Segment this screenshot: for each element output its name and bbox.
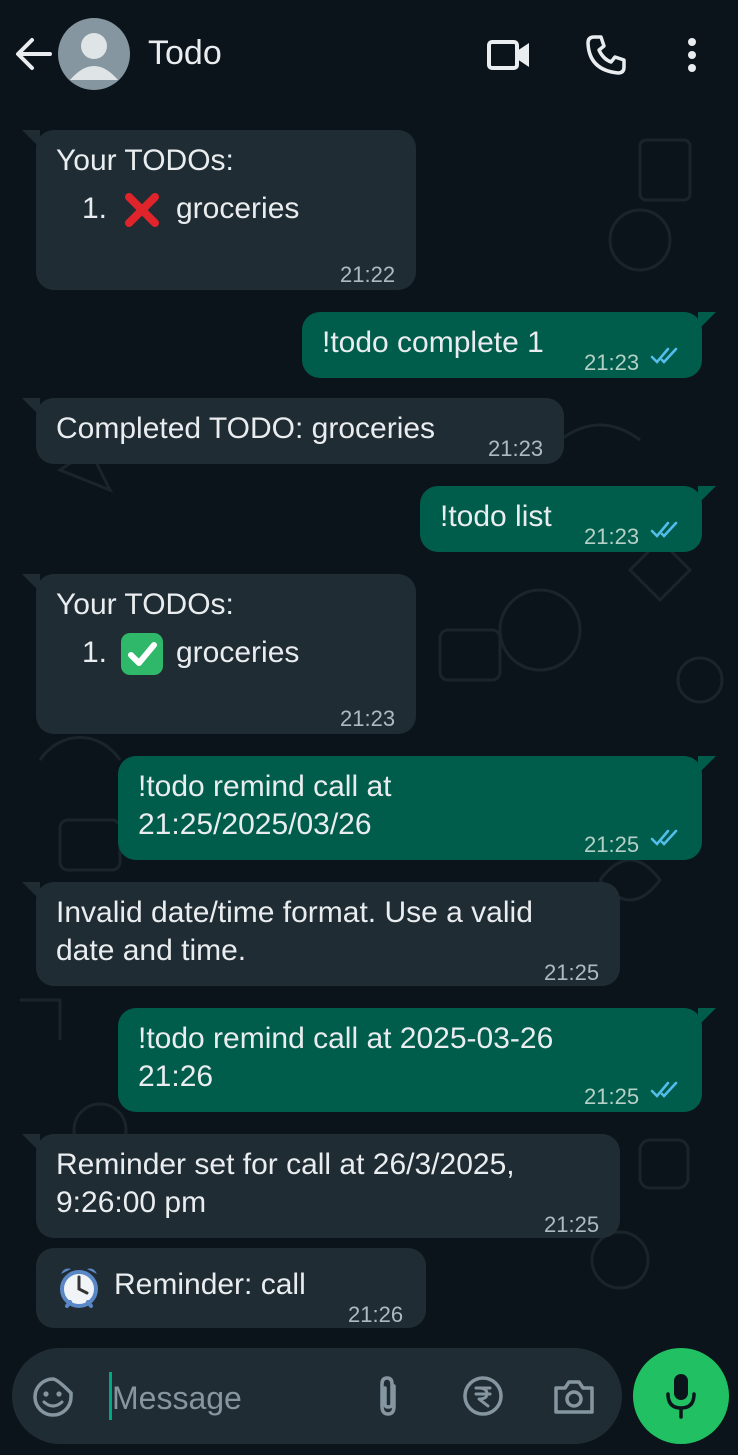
message-time: 21:25: [584, 1084, 640, 1109]
outgoing-message[interactable]: !todo complete 1 21:23: [302, 312, 716, 378]
list-number: 1.: [82, 192, 108, 225]
message-time: 21:22: [340, 262, 396, 287]
message-text: Completed TODO: groceries: [56, 412, 436, 445]
message-text: !todo complete 1: [322, 326, 544, 359]
message-text: 9:26:00 pm: [56, 1186, 207, 1219]
outgoing-message[interactable]: !todo remind call at 2025-03-26 21:26 21…: [118, 1008, 716, 1112]
message-text: Your TODOs:: [56, 588, 234, 621]
message-time: 21:23: [488, 436, 544, 461]
incoming-message[interactable]: Your TODOs: 1. groceries 21:23: [22, 574, 416, 734]
message-text: Reminder set for call at 26/3/2025,: [56, 1148, 515, 1181]
incoming-message[interactable]: Reminder set for call at 26/3/2025, 9:26…: [22, 1134, 620, 1238]
emoji-sticker-icon[interactable]: [32, 1376, 74, 1418]
alarm-clock-icon: [60, 1268, 98, 1308]
mic-button[interactable]: [633, 1348, 729, 1444]
incoming-message[interactable]: Your TODOs: 1. groceries 21:22: [22, 130, 416, 290]
list-number: 1.: [82, 636, 108, 669]
message-time: 21:23: [340, 706, 396, 731]
message-text: 21:25/2025/03/26: [138, 808, 372, 841]
camera-icon[interactable]: [552, 1378, 596, 1416]
list-item-text: groceries: [176, 192, 300, 225]
list-item-text: groceries: [176, 636, 300, 669]
message-text: 21:26: [138, 1060, 214, 1093]
incoming-message[interactable]: Completed TODO: groceries 21:23: [22, 398, 564, 464]
message-text: Your TODOs:: [56, 144, 234, 177]
message-text: !todo remind call at 2025-03-26: [138, 1022, 554, 1055]
outgoing-message[interactable]: !todo remind call at 21:25/2025/03/26 21…: [118, 756, 716, 860]
message-input[interactable]: Message: [112, 1380, 242, 1417]
message-text: date and time.: [56, 934, 247, 967]
cross-mark-icon: [125, 193, 159, 227]
incoming-message[interactable]: Reminder: call 21:26: [36, 1248, 426, 1328]
message-composer[interactable]: Message: [12, 1348, 622, 1444]
read-ticks-icon: [650, 521, 678, 538]
message-time: 21:25: [544, 960, 600, 985]
attach-icon[interactable]: [372, 1374, 404, 1418]
message-list: Your TODOs: 1. groceries 21:22 !todo com…: [0, 0, 738, 1455]
read-ticks-icon: [650, 829, 678, 846]
read-ticks-icon: [650, 1081, 678, 1098]
outgoing-message[interactable]: !todo list 21:23: [420, 486, 716, 552]
message-time: 21:26: [348, 1302, 404, 1327]
check-mark-icon: [121, 633, 163, 675]
incoming-message[interactable]: Invalid date/time format. Use a valid da…: [22, 882, 620, 986]
message-text: Invalid date/time format. Use a valid: [56, 896, 533, 929]
message-time: 21:23: [584, 524, 640, 549]
rupee-payment-icon[interactable]: [462, 1375, 504, 1417]
message-time: 21:23: [584, 350, 640, 375]
message-text: !todo remind call at: [138, 770, 392, 803]
read-ticks-icon: [650, 347, 678, 364]
message-text: Reminder: call: [114, 1268, 306, 1301]
message-text: !todo list: [440, 500, 552, 533]
mic-icon: [666, 1374, 696, 1419]
message-time: 21:25: [584, 832, 640, 857]
message-time: 21:25: [544, 1212, 600, 1237]
